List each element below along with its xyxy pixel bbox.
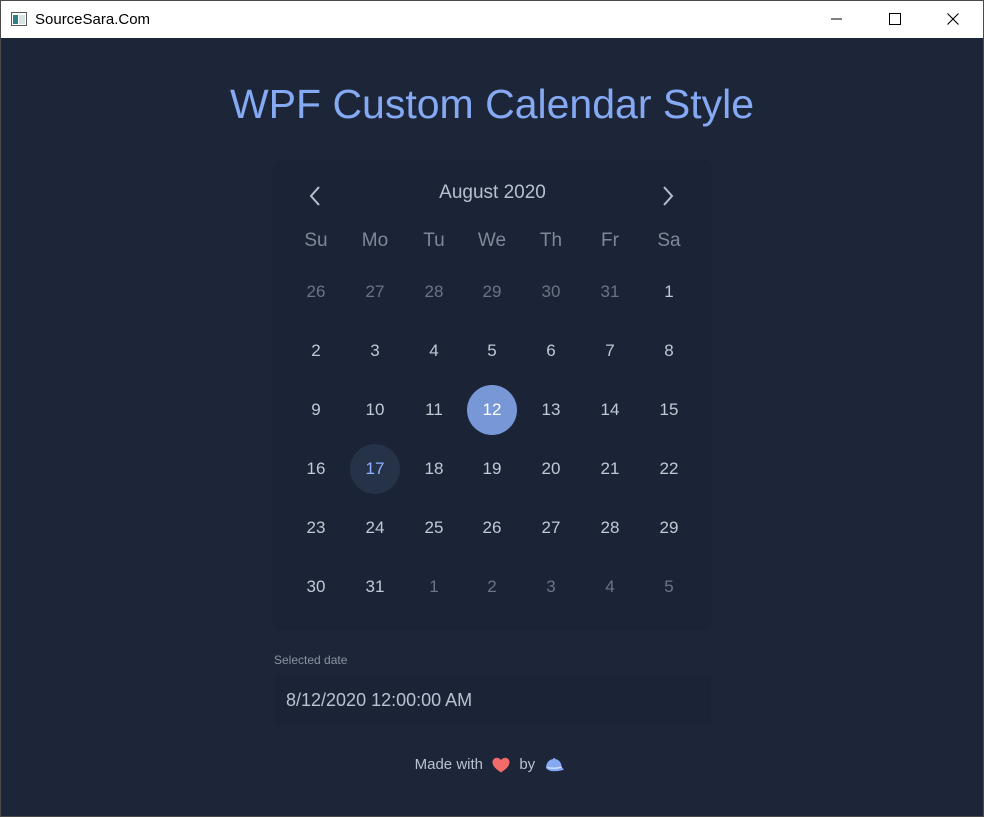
calendar-day-outside[interactable]: 2 — [467, 562, 517, 612]
calendar-day[interactable]: 4 — [409, 326, 459, 376]
calendar-day-selected[interactable]: 12 — [467, 385, 517, 435]
client-area: WPF Custom Calendar Style August 2020 Su… — [1, 38, 983, 816]
calendar-day[interactable]: 23 — [291, 503, 341, 553]
weekday-wednesday: We — [477, 230, 507, 251]
maximize-icon — [889, 13, 901, 25]
calendar-day-outside[interactable]: 29 — [467, 267, 517, 317]
calendar-day[interactable]: 30 — [291, 562, 341, 612]
selected-date-field[interactable]: 8/12/2020 12:00:00 AM — [274, 675, 711, 725]
window-title: SourceSara.Com — [35, 11, 151, 28]
calendar-day[interactable]: 8 — [644, 326, 694, 376]
minimize-icon — [831, 18, 842, 20]
calendar-day-outside[interactable]: 5 — [644, 562, 694, 612]
calendar-day[interactable]: 15 — [644, 385, 694, 435]
calendar-day[interactable]: 9 — [291, 385, 341, 435]
footer-content: Made with by — [415, 753, 570, 777]
weekday-monday: Mo — [361, 230, 389, 251]
calendar-day-today[interactable]: 17 — [350, 444, 400, 494]
calendar-day-outside[interactable]: 30 — [526, 267, 576, 317]
calendar-day-outside[interactable]: 31 — [585, 267, 635, 317]
calendar-day[interactable]: 29 — [644, 503, 694, 553]
calendar-day[interactable]: 11 — [409, 385, 459, 435]
minimize-button[interactable] — [808, 1, 866, 38]
cap-icon — [546, 758, 565, 772]
application-window: SourceSara.Com WPF Custom Calendar Style — [0, 0, 984, 817]
calendar-day[interactable]: 10 — [350, 385, 400, 435]
weekday-saturday: Sa — [657, 230, 681, 251]
weekday-tuesday: Tu — [423, 230, 445, 251]
chevron-right-icon — [663, 186, 674, 206]
calendar-day[interactable]: 3 — [350, 326, 400, 376]
calendar-day[interactable]: 25 — [409, 503, 459, 553]
calendar-day-outside[interactable]: 26 — [291, 267, 341, 317]
by-text: by — [519, 756, 536, 773]
calendar-day-outside[interactable]: 28 — [409, 267, 459, 317]
calendar-day[interactable]: 27 — [526, 503, 576, 553]
weekday-thursday: Th — [539, 230, 563, 251]
heart-icon — [492, 757, 510, 773]
title-bar[interactable]: SourceSara.Com — [1, 1, 983, 38]
calendar-day[interactable]: 13 — [526, 385, 576, 435]
close-button[interactable] — [924, 1, 982, 38]
made-with-text: Made with — [414, 756, 483, 773]
calendar-day-outside[interactable]: 27 — [350, 267, 400, 317]
calendar-day[interactable]: 28 — [585, 503, 635, 553]
calendar-day-outside[interactable]: 3 — [526, 562, 576, 612]
calendar-day-outside[interactable]: 4 — [585, 562, 635, 612]
calendar-day[interactable]: 26 — [467, 503, 517, 553]
calendar-day[interactable]: 19 — [467, 444, 517, 494]
page-title: WPF Custom Calendar Style — [229, 81, 755, 127]
footer: Made with by — [1, 753, 983, 777]
calendar-day[interactable]: 5 — [467, 326, 517, 376]
calendar: August 2020 Su Mo Tu We Th Fr Sa 26 27 2… — [274, 161, 711, 629]
month-year-header[interactable]: August 2020 — [274, 182, 711, 204]
calendar-day[interactable]: 21 — [585, 444, 635, 494]
calendar-day[interactable]: 7 — [585, 326, 635, 376]
calendar-day[interactable]: 1 — [644, 267, 694, 317]
calendar-day-outside[interactable]: 1 — [409, 562, 459, 612]
calendar-day[interactable]: 6 — [526, 326, 576, 376]
weekday-friday: Fr — [601, 230, 619, 251]
calendar-day[interactable]: 18 — [409, 444, 459, 494]
calendar-day[interactable]: 2 — [291, 326, 341, 376]
next-month-button[interactable] — [654, 181, 684, 211]
selected-date-label: Selected date — [274, 653, 348, 667]
maximize-button[interactable] — [866, 1, 924, 38]
calendar-day[interactable]: 20 — [526, 444, 576, 494]
calendar-day[interactable]: 16 — [291, 444, 341, 494]
selected-date-value: 8/12/2020 12:00:00 AM — [286, 690, 473, 710]
calendar-day[interactable]: 31 — [350, 562, 400, 612]
calendar-day[interactable]: 24 — [350, 503, 400, 553]
application-icon — [11, 12, 27, 26]
calendar-day[interactable]: 14 — [585, 385, 635, 435]
weekday-sunday: Su — [304, 230, 328, 251]
close-icon — [947, 13, 959, 25]
calendar-day[interactable]: 22 — [644, 444, 694, 494]
